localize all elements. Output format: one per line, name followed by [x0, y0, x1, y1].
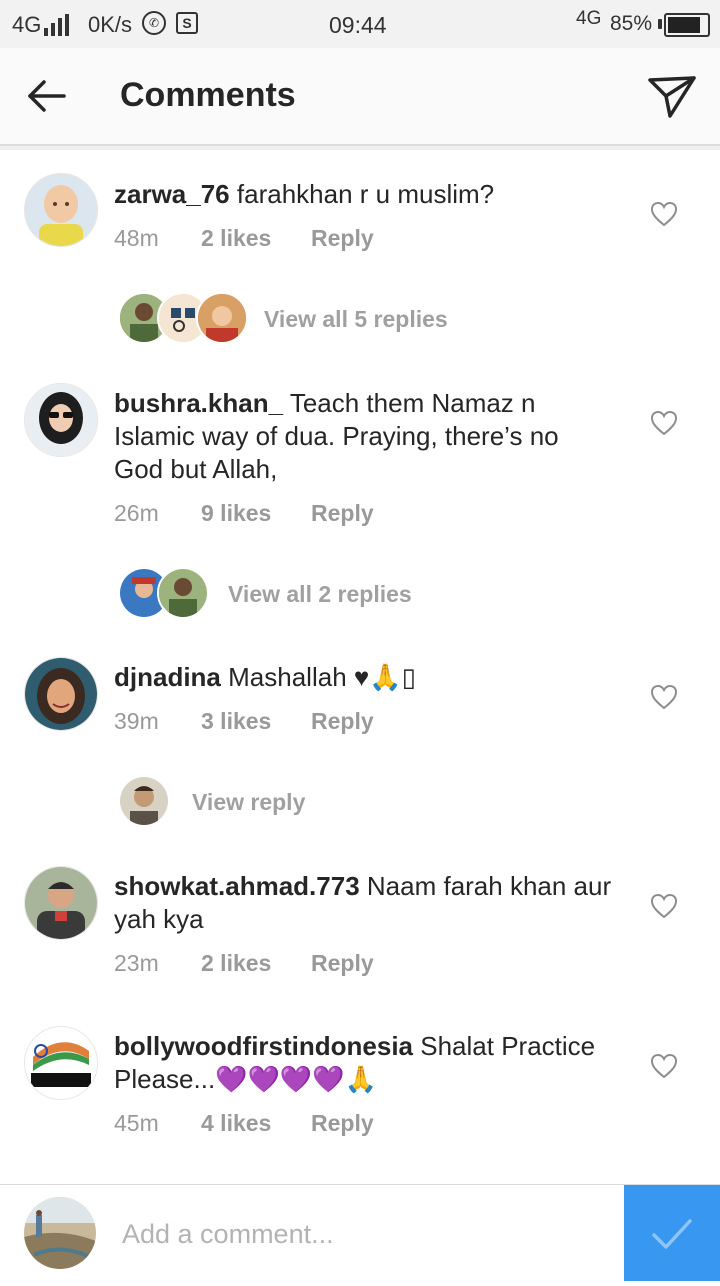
like-button[interactable]	[650, 684, 678, 710]
comment-username[interactable]: bollywoodfirstindonesia	[114, 1031, 413, 1061]
heart-outline-icon	[650, 893, 678, 919]
comment-time: 39m	[114, 708, 159, 734]
reply-avatar	[118, 775, 170, 827]
reply-button[interactable]: Reply	[311, 950, 374, 977]
avatar-image	[25, 174, 97, 246]
comment-username[interactable]: zarwa_76	[114, 179, 230, 209]
view-replies-button[interactable]: View all 2 replies	[228, 581, 412, 608]
comment-likes[interactable]: 2 likes	[201, 225, 271, 252]
avatar[interactable]	[24, 1026, 98, 1100]
s-app-icon: S	[176, 12, 198, 34]
view-replies-button[interactable]: View reply	[192, 789, 305, 816]
comment-time: 48m	[114, 225, 159, 251]
reply-button[interactable]: Reply	[311, 500, 374, 527]
like-button[interactable]	[650, 410, 678, 436]
battery-fill	[668, 17, 701, 33]
comment-likes[interactable]: 2 likes	[201, 950, 271, 977]
replies-row[interactable]: View all 5 replies	[0, 292, 720, 352]
clock: 09:44	[329, 12, 387, 38]
comment-composer	[0, 1184, 720, 1281]
comment-time: 23m	[114, 950, 159, 976]
comment-username[interactable]: bushra.khan_	[114, 388, 283, 418]
replies-row[interactable]: View reply	[0, 775, 720, 835]
app-header: Comments	[0, 48, 720, 146]
comment-text: zarwa_76 farahkhan r u muslim?	[114, 178, 614, 211]
send-direct-icon	[648, 76, 696, 118]
post-comment-button[interactable]	[624, 1185, 720, 1281]
battery-percent: 85%	[610, 12, 653, 35]
avatar[interactable]	[24, 657, 98, 731]
like-button[interactable]	[650, 201, 678, 227]
avatar-image	[24, 1197, 96, 1269]
like-button[interactable]	[650, 893, 678, 919]
network-type: 4G	[12, 12, 42, 37]
comment-likes[interactable]: 4 likes	[201, 1110, 271, 1137]
avatar-image	[25, 1027, 97, 1099]
heart-outline-icon	[650, 684, 678, 710]
avatar[interactable]	[24, 383, 98, 457]
comment-input[interactable]	[120, 1205, 604, 1263]
comment-likes[interactable]: 3 likes	[201, 708, 271, 735]
whatsapp-icon: ✆	[142, 11, 166, 35]
like-button[interactable]	[650, 1053, 678, 1079]
comment-text: bollywoodfirstindonesia Shalat Practice …	[114, 1030, 614, 1096]
reply-button[interactable]: Reply	[311, 708, 374, 735]
comment-time: 26m	[114, 500, 159, 526]
view-replies-button[interactable]: View all 5 replies	[264, 306, 448, 333]
avatar-image	[25, 658, 97, 730]
comment-username[interactable]: showkat.ahmad.773	[114, 871, 360, 901]
heart-outline-icon	[650, 201, 678, 227]
avatar[interactable]	[24, 866, 98, 940]
comment-body: Mashallah ♥🙏▯	[228, 662, 416, 692]
checkmark-icon	[652, 1219, 692, 1249]
battery-icon	[664, 13, 710, 37]
comment-text: djnadina Mashallah ♥🙏▯	[114, 661, 614, 694]
header-divider	[0, 146, 720, 150]
comment-text: bushra.khan_ Teach them Namaz n Islamic …	[114, 387, 614, 486]
comment-text: showkat.ahmad.773 Naam farah khan aur ya…	[114, 870, 614, 936]
replies-row[interactable]: View all 2 replies	[0, 567, 720, 627]
network-speed: 0K/s	[88, 12, 133, 37]
reply-button[interactable]: Reply	[311, 225, 374, 252]
comment-body: farahkhan r u muslim?	[236, 179, 495, 209]
avatar-image	[25, 867, 97, 939]
share-button[interactable]	[644, 70, 700, 122]
reply-button[interactable]: Reply	[311, 1110, 374, 1137]
current-user-avatar	[24, 1197, 96, 1269]
status-bar: 4G 0K/s ✆ S 09:44 4G 85%	[0, 0, 720, 48]
avatar-image	[25, 384, 97, 456]
network-type-right: 4G	[576, 8, 602, 29]
reply-avatar	[157, 567, 209, 619]
battery-tip	[658, 19, 662, 29]
back-button[interactable]	[20, 72, 72, 120]
comment-username[interactable]: djnadina	[114, 662, 221, 692]
comment-likes[interactable]: 9 likes	[201, 500, 271, 527]
page-title: Comments	[120, 76, 296, 114]
back-arrow-icon	[28, 80, 66, 112]
heart-outline-icon	[650, 410, 678, 436]
avatar[interactable]	[24, 173, 98, 247]
heart-outline-icon	[650, 1053, 678, 1079]
comment-time: 45m	[114, 1110, 159, 1136]
reply-avatar	[196, 292, 248, 344]
